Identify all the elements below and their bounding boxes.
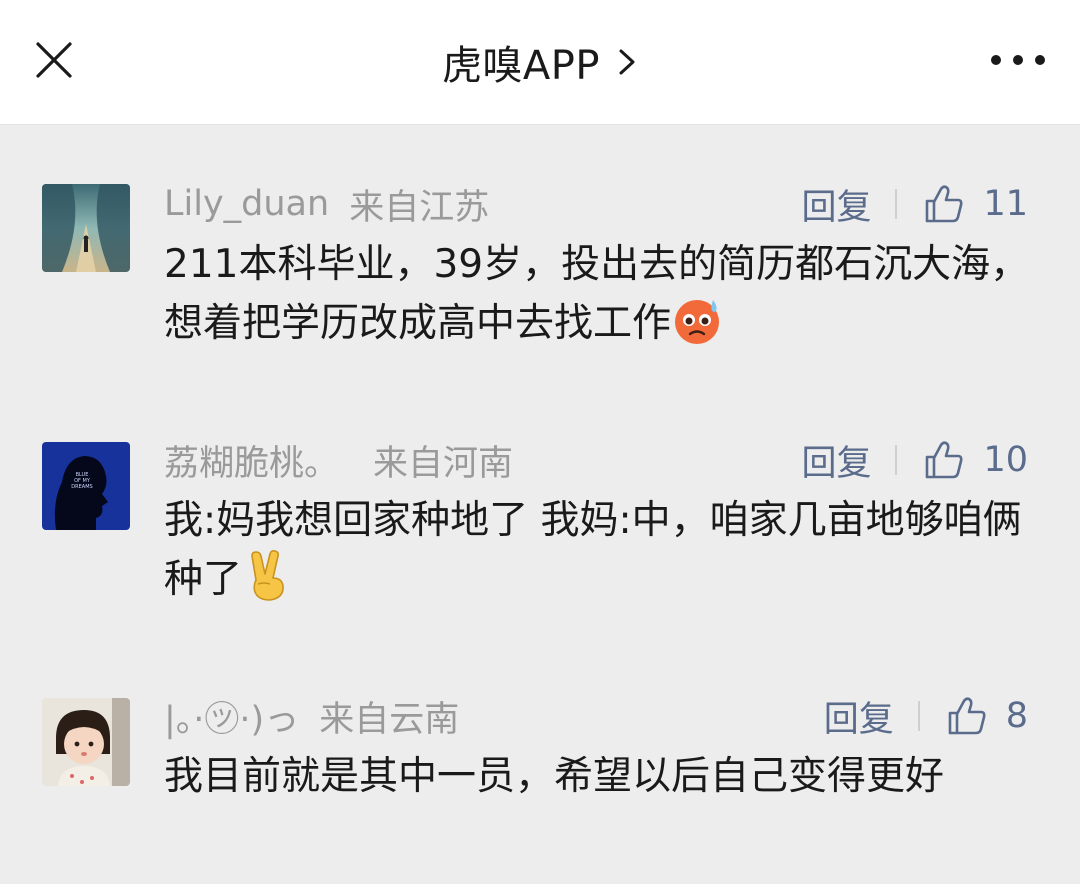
comment-actions: 回复 8 — [824, 690, 1028, 742]
reply-button[interactable]: 回复 — [824, 691, 894, 742]
page-title: 虎嗅APP — [441, 43, 601, 89]
anxious-sweat-face-emoji — [675, 300, 720, 344]
comment-body: 我目前就是其中一员，希望以后自己变得更好 — [164, 754, 945, 799]
divider — [917, 701, 920, 731]
comment-meta: |。·㋡·)っ 来自云南 — [164, 690, 459, 742]
more-dots-icon — [991, 55, 1045, 65]
location: 来自江苏 — [349, 187, 490, 228]
comment-actions: 回复 11 — [801, 178, 1028, 230]
comment-text: 我目前就是其中一员，希望以后自己变得更好 — [164, 748, 1044, 806]
victory-hand-emoji — [251, 550, 284, 601]
username[interactable]: 荔糊脆桃。 — [164, 435, 339, 486]
avatar[interactable] — [42, 184, 130, 272]
thumbs-up-icon — [948, 697, 986, 735]
comment-meta: 荔糊脆桃。 来自河南 — [164, 434, 513, 486]
thumbs-up-icon — [926, 185, 963, 223]
avatar[interactable] — [42, 698, 130, 786]
avatar-image: BLUE OF MY DREAMS — [42, 442, 130, 530]
top-bar: 虎嗅APP — [0, 0, 1080, 125]
comment-body: 211本科毕业，39岁，投出去的简历都石沉大海，想着把学历改成高中去找工作 — [164, 242, 1030, 346]
like-button[interactable]: 11 — [923, 183, 1028, 225]
comment-text: 我:妈我想回家种地了 我妈:中，咱家几亩地够咱俩种了 — [164, 492, 1044, 609]
comment-text: 211本科毕业，39岁，投出去的简历都石沉大海，想着把学历改成高中去找工作 — [164, 236, 1044, 353]
reply-button[interactable]: 回复 — [801, 435, 871, 486]
like-count: 10 — [983, 440, 1028, 480]
like-count: 11 — [983, 184, 1028, 224]
like-count: 8 — [1005, 696, 1028, 736]
title-link[interactable]: 虎嗅APP — [0, 34, 1080, 90]
thumbs-up-icon — [926, 441, 963, 479]
location: 来自云南 — [319, 699, 460, 740]
reply-button[interactable]: 回复 — [801, 179, 871, 230]
location: 来自河南 — [373, 443, 514, 484]
svg-text:DREAMS: DREAMS — [71, 484, 92, 490]
divider — [895, 445, 898, 475]
username[interactable]: Lily_duan — [164, 184, 329, 224]
avatar[interactable]: BLUE OF MY DREAMS — [42, 442, 130, 530]
like-button[interactable]: 8 — [946, 695, 1028, 737]
avatar-image — [42, 184, 130, 272]
more-button[interactable] — [986, 42, 1050, 78]
comment-meta: Lily_duan 来自江苏 — [164, 178, 489, 230]
divider — [895, 189, 898, 219]
chevron-right-icon — [619, 49, 635, 75]
avatar-image — [42, 698, 130, 786]
username[interactable]: |。·㋡·)っ — [164, 691, 299, 742]
like-button[interactable]: 10 — [923, 439, 1028, 481]
comment-actions: 回复 10 — [801, 434, 1028, 486]
